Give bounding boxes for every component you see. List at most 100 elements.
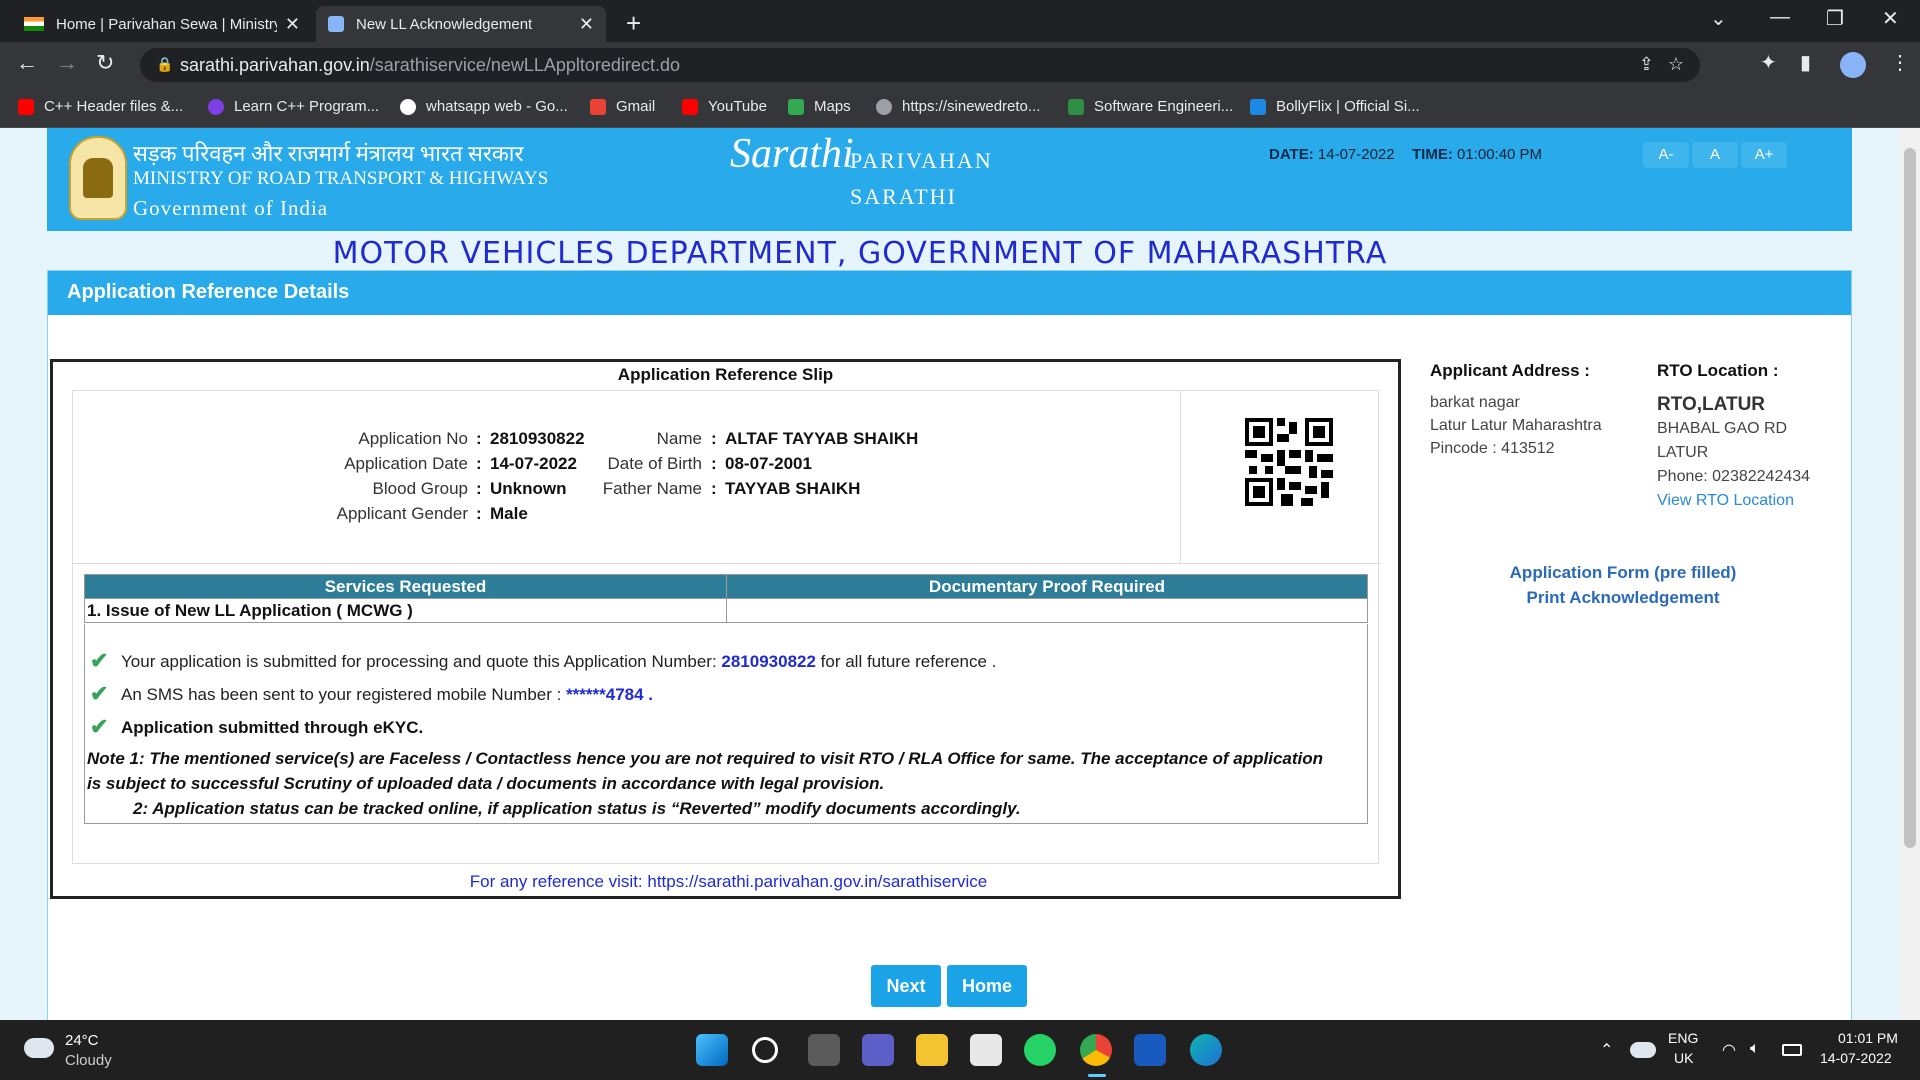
bookmark-label: C++ Header files &... xyxy=(44,98,184,115)
profile-avatar[interactable] xyxy=(1840,52,1866,78)
note-1-line-1: Note 1: The mentioned service(s) are Fac… xyxy=(87,749,1324,768)
bookmark-whatsapp[interactable]: whatsapp web - Go... xyxy=(400,98,568,115)
bookmark-label: BollyFlix | Official Si... xyxy=(1276,98,1420,115)
application-form-link[interactable]: Application Form (pre filled) xyxy=(1473,563,1773,583)
blood-group-value: Unknown xyxy=(490,479,567,498)
bookmark-label: YouTube xyxy=(708,98,767,115)
bookmark-cpp-header[interactable]: C++ Header files &... xyxy=(18,98,183,115)
new-tab-button[interactable]: + xyxy=(626,8,641,39)
microsoft-store-icon[interactable] xyxy=(970,1034,1002,1066)
tab-parivahan-home[interactable]: Home | Parivahan Sewa | Ministry ✕ xyxy=(12,6,312,42)
close-icon[interactable]: ✕ xyxy=(285,14,300,35)
teams-chat-icon[interactable] xyxy=(862,1034,894,1066)
word-icon[interactable] xyxy=(1134,1034,1166,1066)
url-path: /sarathiservice/newLLAppltoredirect.do xyxy=(369,54,680,75)
dob-value: 08-07-2001 xyxy=(725,454,812,473)
tab-title: New LL Acknowledgement xyxy=(356,15,533,33)
whatsapp-icon[interactable] xyxy=(1024,1034,1056,1066)
india-flag-icon xyxy=(24,17,44,31)
page-scrollbar[interactable] xyxy=(1900,128,1920,1020)
government-of-india: Government of India xyxy=(133,196,329,220)
reference-visit-link[interactable]: For any reference visit: https://sarathi… xyxy=(53,872,1404,892)
gender-label: Applicant Gender xyxy=(336,504,468,523)
address-bar[interactable]: 🔒 sarathi.parivahan.gov.in/sarathiservic… xyxy=(140,48,1700,82)
bookmark-label: Learn C++ Program... xyxy=(234,98,380,115)
file-explorer-icon[interactable] xyxy=(916,1034,948,1066)
services-requested-header: Services Requested xyxy=(84,574,727,599)
dob-label: Date of Birth xyxy=(607,454,703,473)
browser-toolbar: ← → ↻ 🔒 sarathi.parivahan.gov.in/sarathi… xyxy=(0,42,1920,88)
bookmark-software-eng[interactable]: Software Engineeri... xyxy=(1068,98,1233,115)
blood-group-label: Blood Group xyxy=(372,479,468,498)
url-host: sarathi.parivahan.gov.in xyxy=(180,54,370,75)
application-no-value: 2810930822 xyxy=(490,429,585,448)
language-line-2[interactable]: UK xyxy=(1674,1050,1693,1066)
font-increase-button[interactable]: A+ xyxy=(1741,142,1787,168)
bookmark-learn-cpp[interactable]: Learn C++ Program... xyxy=(208,98,379,115)
view-rto-location-link[interactable]: View RTO Location xyxy=(1657,492,1794,510)
windows-start-icon[interactable] xyxy=(696,1034,728,1066)
tab-new-ll-acknowledgement[interactable]: New LL Acknowledgement ✕ xyxy=(316,6,606,42)
window-close-button[interactable]: ✕ xyxy=(1882,6,1899,31)
side-panel-icon[interactable]: ▮ xyxy=(1800,50,1811,75)
next-button[interactable]: Next xyxy=(871,965,941,1007)
note-2: 2: Application status can be tracked onl… xyxy=(133,799,1021,818)
weather-condition[interactable]: Cloudy xyxy=(65,1052,112,1069)
tab-search-icon[interactable]: ⌄ xyxy=(1710,6,1727,31)
chrome-icon[interactable] xyxy=(1080,1034,1112,1066)
gmail-icon xyxy=(590,98,606,115)
star-icon[interactable]: ☆ xyxy=(1668,54,1684,75)
name-value: ALTAF TAYYAB SHAIKH xyxy=(725,429,919,448)
submission-message: Your application is submitted for proces… xyxy=(121,652,997,671)
forward-icon[interactable]: → xyxy=(56,50,78,76)
checkmark-icon: ✔ xyxy=(90,681,109,706)
bookmark-sinewed[interactable]: https://sinewedreto... xyxy=(876,98,1040,115)
youtube-icon xyxy=(18,98,34,115)
ministry-title: MINISTRY OF ROAD TRANSPORT & HIGHWAYS xyxy=(133,168,549,189)
home-button[interactable]: Home xyxy=(947,965,1027,1007)
back-icon[interactable]: ← xyxy=(16,50,38,76)
clock-time[interactable]: 01:01 PM xyxy=(1838,1030,1898,1046)
restore-button[interactable]: ❐ xyxy=(1826,6,1844,31)
slip-title: Application Reference Slip xyxy=(617,365,834,384)
checkmark-icon: ✔ xyxy=(90,648,109,673)
show-hidden-icons[interactable]: ⌃ xyxy=(1600,1040,1613,1060)
service-cell: 1. Issue of New LL Application ( MCWG ) xyxy=(84,598,727,623)
bookmark-label: Maps xyxy=(814,98,851,115)
cloud-icon[interactable] xyxy=(24,1038,54,1058)
bookmark-maps[interactable]: Maps xyxy=(788,98,851,115)
lock-icon: 🔒 xyxy=(156,56,174,72)
task-view-icon[interactable] xyxy=(808,1034,840,1066)
extensions-icon[interactable]: ✦ xyxy=(1760,50,1777,75)
colon: : xyxy=(476,429,482,448)
battery-icon[interactable] xyxy=(1782,1044,1802,1056)
font-normal-button[interactable]: A xyxy=(1692,142,1738,168)
table-row: 1. Issue of New LL Application ( MCWG ) xyxy=(84,598,1368,623)
bookmark-label: https://sinewedreto... xyxy=(902,98,1041,115)
search-icon[interactable] xyxy=(752,1037,778,1063)
bookmark-youtube[interactable]: YouTube xyxy=(682,98,767,115)
scrollbar-thumb[interactable] xyxy=(1904,148,1916,848)
font-decrease-button[interactable]: A- xyxy=(1643,142,1689,168)
print-acknowledgement-link[interactable]: Print Acknowledgement xyxy=(1473,588,1773,608)
applicant-address-heading: Applicant Address : xyxy=(1430,361,1590,380)
colon: : xyxy=(711,454,717,473)
temperature[interactable]: 24°C xyxy=(65,1032,99,1049)
rto-phone: Phone: 02382242434 xyxy=(1657,468,1811,485)
onedrive-cloud-icon[interactable] xyxy=(1630,1042,1656,1058)
close-icon[interactable]: ✕ xyxy=(579,14,594,35)
google-icon xyxy=(400,98,416,115)
menu-icon[interactable]: ⋮ xyxy=(1890,50,1910,75)
share-icon[interactable]: ⇪ xyxy=(1639,54,1654,75)
bookmark-gmail[interactable]: Gmail xyxy=(590,98,655,115)
application-no-label: Application No xyxy=(358,429,468,448)
minimize-button[interactable]: — xyxy=(1770,6,1790,29)
bookmark-bollyflix[interactable]: BollyFlix | Official Si... xyxy=(1250,98,1420,115)
language-line-1[interactable]: ENG xyxy=(1668,1030,1698,1046)
clock-date[interactable]: 14-07-2022 xyxy=(1820,1050,1892,1066)
reload-icon[interactable]: ↻ xyxy=(96,50,114,76)
edge-icon[interactable] xyxy=(1190,1034,1222,1066)
address-line: Pincode : 413512 xyxy=(1430,440,1555,457)
wifi-icon[interactable]: ◠ xyxy=(1722,1040,1736,1060)
volume-icon[interactable]: 🔈︎ xyxy=(1750,1040,1760,1058)
